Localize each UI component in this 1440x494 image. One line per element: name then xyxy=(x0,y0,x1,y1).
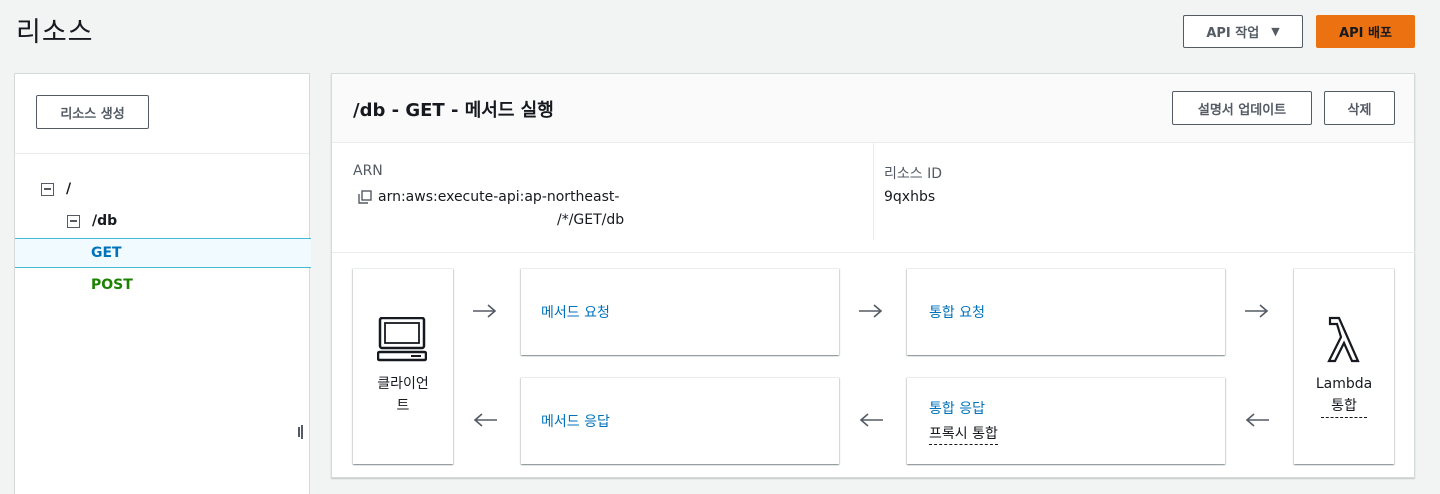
tree-item-label: POST xyxy=(91,277,133,293)
resource-id-label: 리소스 ID xyxy=(884,166,942,182)
arn-value-line1: arn:aws:execute-api:ap-northeast- xyxy=(378,189,620,205)
api-actions-dropdown[interactable]: API 작업 ▼ xyxy=(1183,15,1303,48)
integration-request-link[interactable]: 통합 요청 xyxy=(929,302,985,322)
copy-icon[interactable] xyxy=(358,190,372,204)
collapse-icon[interactable] xyxy=(41,182,54,196)
arrow-right-icon xyxy=(473,304,497,318)
arn-value-line2: /*/GET/db xyxy=(557,212,625,228)
tree-item-post[interactable]: POST xyxy=(15,270,311,300)
arrow-left-icon xyxy=(473,413,497,427)
method-execution-panel: /db - GET - 메서드 실행 설명서 업데이트 삭제 ARN arn:a… xyxy=(331,73,1416,478)
create-resource-button[interactable]: 리소스 생성 xyxy=(36,95,149,129)
resources-sidebar: 리소스 생성 / /db GET POST xyxy=(14,73,311,494)
method-response-card[interactable]: 메서드 응답 xyxy=(521,377,839,464)
client-label-line1: 클라이언 xyxy=(377,376,429,392)
collapse-icon[interactable] xyxy=(67,214,80,228)
page-title: 리소스 xyxy=(16,17,94,48)
integration-response-card[interactable]: 통합 응답 프록시 통합 xyxy=(907,377,1225,464)
method-info: ARN arn:aws:execute-api:ap-northeast- /*… xyxy=(332,143,1416,253)
lambda-icon xyxy=(1327,316,1360,363)
arrow-left-icon xyxy=(1245,413,1269,427)
client-label-line2: 트 xyxy=(396,398,410,414)
lambda-card[interactable]: Lambda 통합 xyxy=(1294,268,1394,464)
arrow-right-icon xyxy=(1245,304,1269,318)
tree-item-db[interactable]: /db xyxy=(15,206,311,236)
tree-item-get[interactable]: GET xyxy=(15,238,311,268)
proxy-integration-label: 프록시 통합 xyxy=(929,423,998,445)
method-request-link[interactable]: 메서드 요청 xyxy=(541,302,610,322)
tree-item-label: / xyxy=(66,181,72,197)
tree-item-root[interactable]: / xyxy=(15,174,311,204)
panel-header: /db - GET - 메서드 실행 설명서 업데이트 삭제 xyxy=(332,74,1414,143)
api-actions-label: API 작업 xyxy=(1206,26,1260,41)
lambda-label: Lambda 통합 xyxy=(1294,373,1394,418)
panel-resize-handle[interactable] xyxy=(298,425,304,439)
lambda-label-line1: Lambda xyxy=(1315,376,1373,392)
caret-down-icon: ▼ xyxy=(1271,25,1280,38)
divider xyxy=(873,143,874,240)
method-response-link[interactable]: 메서드 응답 xyxy=(541,411,610,431)
delete-button[interactable]: 삭제 xyxy=(1324,91,1395,125)
deploy-api-button[interactable]: API 배포 xyxy=(1316,15,1415,48)
panel-title: /db - GET - 메서드 실행 xyxy=(353,100,554,121)
arrow-right-icon xyxy=(859,304,883,318)
resource-id-value: 9qxhbs xyxy=(884,189,936,205)
tree-item-label: GET xyxy=(91,245,122,261)
integration-response-link[interactable]: 통합 응답 xyxy=(929,398,985,418)
tree-item-label: /db xyxy=(92,213,118,229)
arn-label: ARN xyxy=(353,163,383,179)
method-request-card[interactable]: 메서드 요청 xyxy=(521,268,839,355)
sidebar-toolbar: 리소스 생성 xyxy=(15,74,309,154)
client-card: 클라이언 트 xyxy=(353,268,453,464)
laptop-icon xyxy=(377,317,427,362)
arrow-left-icon xyxy=(859,413,883,427)
lambda-label-line2: 통합 xyxy=(1321,395,1367,418)
integration-request-card[interactable]: 통합 요청 xyxy=(907,268,1225,355)
client-label: 클라이언 트 xyxy=(353,373,453,417)
update-docs-button[interactable]: 설명서 업데이트 xyxy=(1172,91,1312,125)
